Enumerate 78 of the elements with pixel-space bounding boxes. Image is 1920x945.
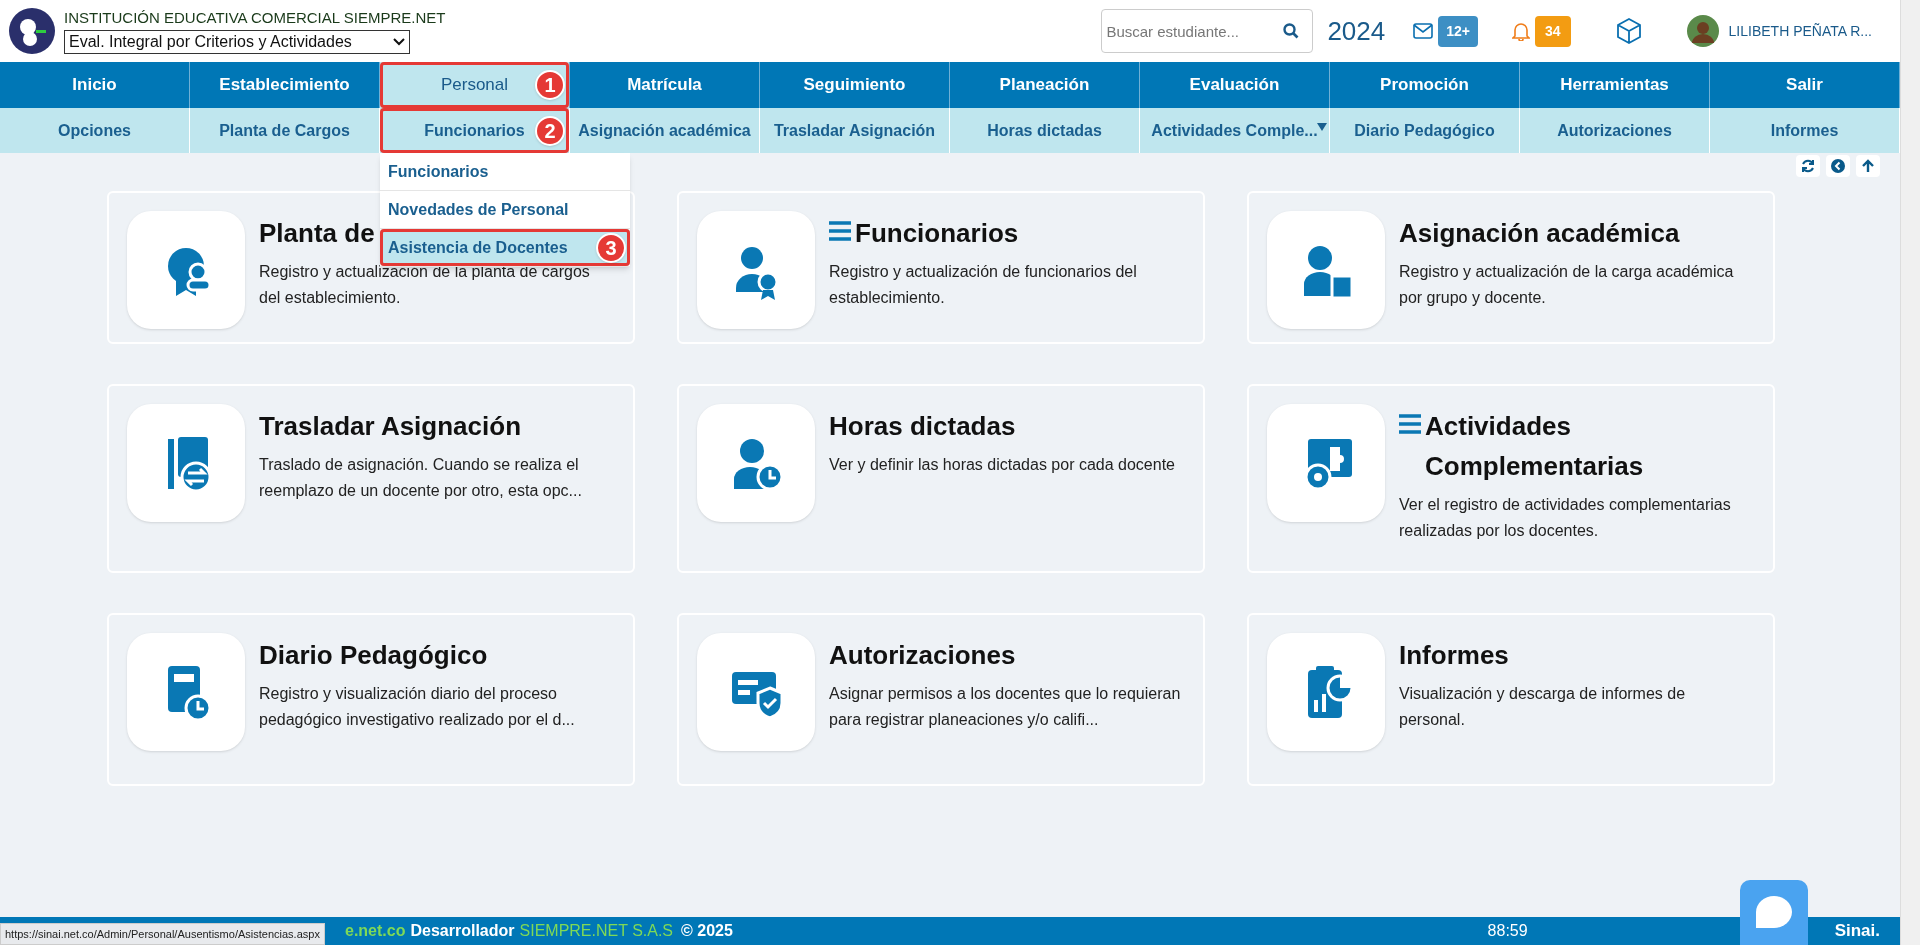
dropdown-item[interactable]: Funcionarios [380, 153, 630, 190]
menu-tab[interactable]: Inicio [0, 62, 189, 108]
sinai-logo: Sinai. [1834, 920, 1880, 943]
menu-tab[interactable]: Planeación [950, 62, 1139, 108]
menu-icon[interactable] [1399, 414, 1421, 434]
arrow-up-icon [1861, 159, 1875, 173]
refresh-icon [1801, 159, 1815, 173]
mail-icon[interactable] [1413, 23, 1434, 39]
step-number-badge: 2 [535, 115, 565, 146]
avatar-icon[interactable] [1686, 15, 1719, 47]
search-field[interactable]: Buscar estudiante... [1101, 9, 1314, 53]
submenu-tab[interactable]: Asignación académica [570, 108, 759, 153]
scrollbar[interactable] [1900, 0, 1920, 945]
bell-icon[interactable] [1512, 21, 1530, 41]
evaluation-select[interactable]: Eval. Integral por Criterios y Actividades [64, 30, 410, 54]
card-description: Registro y actualización de la carga académica por grupo y docente. [1399, 262, 1735, 308]
developer-name: SIEMPRE.NET S.A.S [519, 921, 674, 941]
card-title: Trasladar Asignación [259, 410, 522, 443]
menu-tab[interactable]: Evaluación [1140, 62, 1329, 108]
session-timer: 88:59 [1487, 921, 1528, 941]
dropdown-item[interactable]: Novedades de Personal [380, 191, 630, 228]
submenu-tab[interactable]: Informes [1710, 108, 1899, 153]
module-card[interactable]: Autorizaciones Asignar permisos a los docentes que lo requieran para registrar planeaciones y/o califi... [677, 613, 1205, 786]
back-button[interactable] [1826, 155, 1850, 177]
card-title: Asignación académica [1399, 217, 1680, 250]
card-title: Actividades Complementarias [1425, 410, 1645, 483]
module-card[interactable]: Diario Pedagógico Registro y visualización diario del proceso pedagógico investigativo realizado por el d... [107, 613, 635, 786]
notifications-badge: 34 [1535, 15, 1571, 47]
card-description: Visualización y descarga de informes de personal. [1399, 684, 1687, 730]
module-card[interactable]: Funcionarios Registro y actualización de funcionarios del establecimiento. [677, 191, 1205, 344]
school-logo-icon [8, 7, 56, 55]
menu-tab[interactable]: Salir [1710, 62, 1899, 108]
submenu-tab[interactable]: Trasladar Asignación [760, 108, 949, 153]
card-description: Registro y actualización de funcionarios del establecimiento. [829, 262, 1138, 308]
copyright-text: © 2025 [681, 921, 733, 941]
chat-button[interactable] [1740, 880, 1808, 945]
module-card[interactable]: Informes Visualización y descarga de informes de personal. [1247, 613, 1775, 786]
card-description: Ver y definir las horas dictadas por cada docente [829, 455, 1175, 475]
card-title: Horas dictadas [829, 410, 1016, 443]
step-number-badge: 1 [535, 70, 565, 100]
menu-tab[interactable]: Promoción [1330, 62, 1519, 108]
card-title: Planta de [259, 217, 375, 250]
status-url-tooltip: https://sinai.net.co/Admin/Personal/Ausentismo/Asistencias.aspx [0, 923, 325, 945]
cube-icon[interactable] [1614, 17, 1643, 45]
card-title: Autorizaciones [829, 639, 1016, 672]
card-title: Diario Pedagógico [259, 639, 488, 672]
chevron-down-icon [393, 38, 405, 46]
module-card[interactable]: Trasladar Asignación Traslado de asignación. Cuando se realiza el reemplazo de un docente por otro, esta opc... [107, 384, 635, 573]
submenu-tab[interactable]: Diario Pedagógico [1330, 108, 1519, 153]
card-title: Funcionarios [855, 217, 1019, 250]
submenu-tab[interactable]: Opciones [0, 108, 189, 153]
card-description: Traslado de asignación. Cuando se realiza el reemplazo de un docente por otro, esta opc... [259, 455, 583, 501]
module-card[interactable]: Asignación académica Registro y actualización de la carga académica por grupo y docente. [1247, 191, 1775, 344]
submenu-tab[interactable]: Horas dictadas [950, 108, 1139, 153]
institution-name: INSTITUCIÓN EDUCATIVA COMERCIAL SIEMPRE.NET [64, 8, 446, 28]
developer-label: Desarrollador [410, 921, 515, 941]
messages-badge: 12+ [1438, 15, 1478, 47]
card-description: Ver el registro de actividades complementarias realizadas por los docentes. [1399, 495, 1732, 541]
menu-tab[interactable]: Matrícula [570, 62, 759, 108]
submenu-tab[interactable]: Actividades Comple... [1140, 108, 1329, 153]
chevron-left-icon [1831, 159, 1845, 173]
refresh-button[interactable] [1796, 155, 1820, 177]
search-icon [1283, 23, 1300, 39]
menu-tab[interactable]: Establecimiento [190, 62, 379, 108]
card-description: Asignar permisos a los docentes que lo requieran para registrar planeaciones y/o califi... [829, 684, 1182, 730]
scroll-top-button[interactable] [1856, 155, 1880, 177]
website-text: e.net.co [345, 921, 406, 941]
menu-tab[interactable]: Seguimiento [760, 62, 949, 108]
submenu-tab[interactable]: Autorizaciones [1520, 108, 1709, 153]
card-description: Registro y visualización diario del proceso pedagógico investigativo realizado por el d... [259, 684, 576, 730]
menu-tab[interactable]: Herramientas [1520, 62, 1709, 108]
module-card[interactable]: Horas dictadas Ver y definir las horas dictadas por cada docente [677, 384, 1205, 573]
user-name[interactable]: LILIBETH PEÑATA R... [1728, 20, 1872, 42]
menu-icon[interactable] [829, 221, 851, 241]
card-title: Informes [1399, 639, 1509, 672]
submenu-tab[interactable]: Planta de Cargos [190, 108, 379, 153]
year-label: 2024 [1327, 14, 1386, 48]
module-card[interactable]: Actividades Complementarias Ver el registro de actividades complementarias realizadas por los docentes. [1247, 384, 1775, 573]
